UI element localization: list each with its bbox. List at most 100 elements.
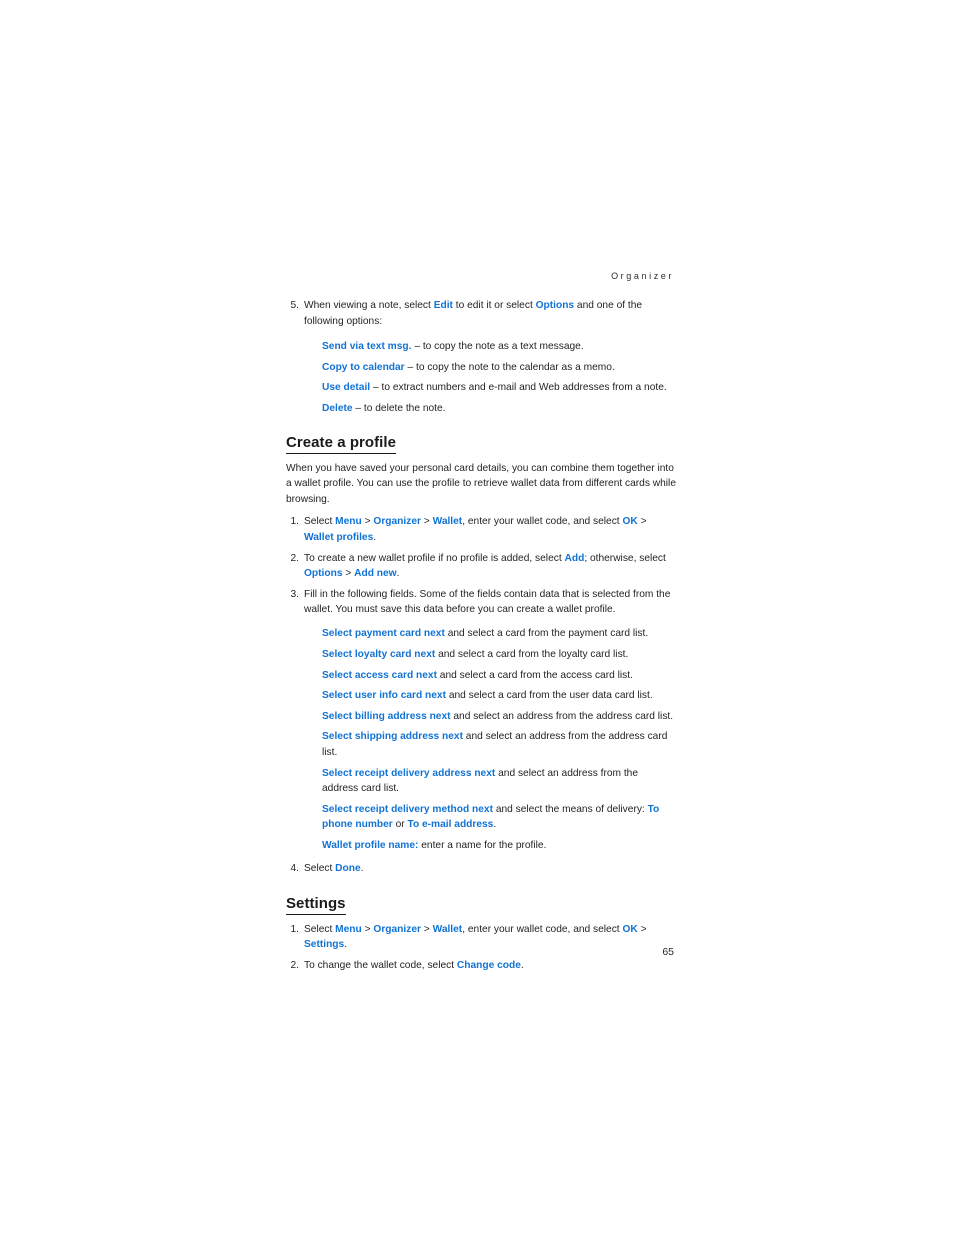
profile-field-receipt-delivery-address: Select receipt delivery address next and… [322,761,676,797]
text-fragment: Select [304,516,336,528]
document-page: Organizer 5. When viewing a note, select… [0,0,954,1235]
text-fragment: to copy the note to the calendar as a me… [413,361,615,373]
ui-term-organizer: Organizer [373,516,421,528]
text-fragment: and select an address from the address c… [450,710,674,722]
note-option-delete: Delete – to delete the note. [322,396,676,417]
ui-term: Select user info card next [322,690,446,702]
list-item-create-step-4: 4. Select Done. [286,861,676,877]
ui-term-ok: OK [622,516,638,528]
text-fragment: and select the means of delivery: [493,803,648,815]
ui-term-done: Done [335,862,361,874]
ui-term-edit: Edit [433,300,453,311]
note-option-use-detail: Use detail – to extract numbers and e-ma… [322,375,676,396]
ui-term: Send via text msg. [322,341,412,353]
text-fragment: and select a card from the access card l… [436,669,633,681]
ui-term: Wallet profile name: [322,839,419,851]
text-fragment: to copy the note as a text message. [419,341,584,353]
heading-settings: Settings [286,894,346,915]
paragraph-create-profile-intro: When you have saved your personal card d… [286,462,676,505]
heading-settings-wrapper: Settings [286,880,676,922]
ui-term-options: Options [304,568,343,580]
ui-term-wallet-profiles: Wallet profiles [304,531,374,543]
ui-term: Select billing address next [322,710,451,722]
list-number: 3. [290,588,300,600]
list-item-settings-step-2: 2. To change the wallet code, select Cha… [286,958,676,974]
profile-field-payment-card: Select payment card next and select a ca… [322,621,676,642]
ui-term-wallet: Wallet [432,516,463,528]
list-item-text: When viewing a note, select Edit to edit… [304,298,676,329]
list-number: 5. [290,300,300,311]
text-fragment: Select [304,923,336,935]
text-fragment: and select a card from the payment card … [444,628,649,640]
text-fragment: and select a card from the loyalty card … [435,649,629,660]
ui-term-change-code: Change code [456,959,521,971]
ui-term-wallet: Wallet [432,923,463,935]
profile-field-wallet-profile-name: Wallet profile name: enter a name for th… [322,833,676,854]
text-fragment: or [392,819,408,831]
heading-create-a-profile-wrapper: Create a profile [286,417,676,461]
list-item-text: To change the wallet code, select Change… [304,958,676,974]
ui-term-ok: OK [622,923,638,935]
text-fragment: . [344,939,348,951]
list-number: 1. [290,516,300,528]
note-option-copy-to-calendar: Copy to calendar – to copy the note to t… [322,355,676,376]
ui-term: Select access card next [322,669,437,681]
heading-create-a-profile: Create a profile [286,433,397,454]
text-fragment: , enter your wallet code, and select [462,516,623,528]
ui-term-menu: Menu [335,516,362,528]
profile-field-billing-address: Select billing address next and select a… [322,704,676,725]
ui-term-add: Add [564,552,585,564]
list-number: 2. [290,959,300,971]
list-item-text: Fill in the following fields. Some of th… [304,588,671,616]
text-fragment: and select a card from the user data car… [446,690,653,702]
ui-term: Select shipping address next [322,731,463,743]
list-number: 1. [290,923,300,935]
list-item-create-step-3: 3. Fill in the following fields. Some of… [286,587,676,618]
ui-term: Select payment card next [322,628,445,640]
note-option-send-via-text-msg: Send via text msg. – to copy the note as… [322,334,676,355]
text-fragment: . [360,862,364,874]
list-item-create-step-1: 1. Select Menu > Organizer > Wallet, ent… [286,514,676,545]
ui-term: Select receipt delivery address next [322,767,496,779]
ui-term-menu: Menu [335,923,362,935]
list-item-settings-step-1: 1. Select Menu > Organizer > Wallet, ent… [286,922,676,953]
text-fragment: Select [304,862,336,874]
list-item-text: Select Menu > Organizer > Wallet, enter … [304,514,676,545]
path-separator: > [637,923,647,935]
path-separator: > [637,516,647,528]
list-item-text: To create a new wallet profile if no pro… [304,551,676,582]
ui-term: Copy to calendar [322,361,405,373]
path-separator: > [420,516,433,528]
text-fragment: To create a new wallet profile if no pro… [304,552,565,564]
path-separator: > [342,568,355,580]
ui-term-to-email-address: To e-mail address [407,819,494,831]
text-fragment: to delete the note. [361,402,446,414]
running-header-chapter: Organizer [611,271,674,281]
text-fragment: to edit it or select [452,300,536,311]
text-fragment: To change the wallet code, select [304,959,457,971]
text-fragment: enter a name for the profile. [418,839,547,851]
path-separator: > [361,516,374,528]
list-number: 2. [290,552,300,564]
profile-fields-list: Select payment card next and select a ca… [304,621,676,853]
profile-field-receipt-delivery-method: Select receipt delivery method next and … [322,797,676,833]
path-separator: > [420,923,433,935]
text-fragment: . [373,531,377,543]
page-number: 65 [662,946,674,958]
text-fragment: , enter your wallet code, and select [462,923,623,935]
note-options-list: Send via text msg. – to copy the note as… [304,334,676,416]
list-number: 4. [290,862,300,874]
ui-term-organizer: Organizer [373,923,421,935]
list-item-step-5: 5. When viewing a note, select Edit to e… [286,298,676,329]
ui-term: Use detail [322,382,371,394]
ui-term: Select receipt delivery method next [322,803,493,815]
profile-field-user-info-card: Select user info card next and select a … [322,683,676,704]
profile-field-loyalty-card: Select loyalty card next and select a ca… [322,642,676,663]
text-fragment: . [520,959,524,971]
ui-term-add-new: Add new [354,568,397,580]
ui-term: Delete [322,402,353,414]
profile-field-shipping-address: Select shipping address next and select … [322,724,676,760]
path-separator: > [361,923,374,935]
ui-term: Select loyalty card next [322,649,436,660]
